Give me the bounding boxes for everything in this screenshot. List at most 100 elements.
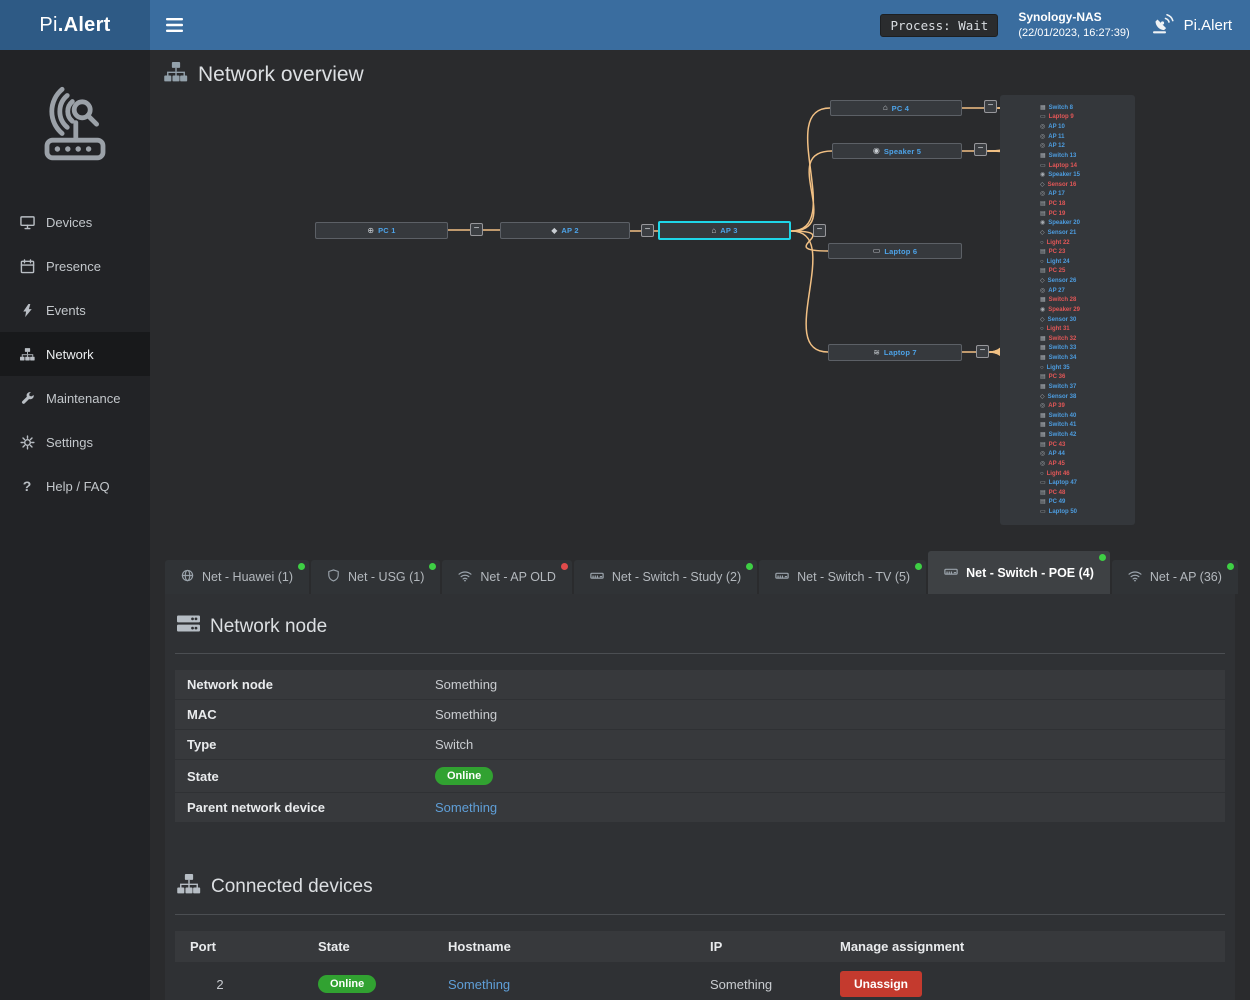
- stack-device[interactable]: ▦Switch 40: [1040, 411, 1131, 421]
- stack-device[interactable]: ▦Switch 42: [1040, 430, 1131, 440]
- ap-icon: ◎: [1040, 191, 1045, 197]
- tab-label: Net - Switch - Study (2): [612, 570, 741, 584]
- host-info: Synology-NAS (22/01/2023, 16:27:39): [1018, 9, 1129, 40]
- stack-device[interactable]: ○Light 31: [1040, 324, 1131, 334]
- hostname-link[interactable]: Something: [448, 977, 710, 992]
- row-label: MAC: [187, 707, 435, 722]
- stack-device[interactable]: ▦Switch 41: [1040, 421, 1131, 431]
- topology-node-laptop7[interactable]: ≋Laptop 7: [828, 344, 962, 361]
- stack-device[interactable]: ▦Switch 34: [1040, 353, 1131, 363]
- stack-device[interactable]: ▦Switch 13: [1040, 151, 1131, 161]
- tab-net-huawei[interactable]: Net - Huawei (1): [165, 560, 309, 594]
- tab-net-ap[interactable]: Net - AP (36): [1112, 560, 1238, 594]
- topology-node-ap3[interactable]: ⌂AP 3: [658, 221, 791, 240]
- device-label: Sensor 21: [1048, 230, 1077, 236]
- topology-node-speaker5[interactable]: ◉Speaker 5: [832, 143, 962, 159]
- tab-net-ap-old[interactable]: Net - AP OLD: [442, 560, 572, 594]
- device-label: PC 25: [1049, 268, 1066, 274]
- sidebar-item-events[interactable]: Events: [0, 288, 150, 332]
- switch-icon: [590, 570, 604, 584]
- collapse-button[interactable]: −: [641, 224, 654, 237]
- stack-device[interactable]: ◎AP 12: [1040, 142, 1131, 152]
- collapse-button[interactable]: −: [470, 223, 483, 236]
- stack-device[interactable]: ○Light 22: [1040, 238, 1131, 248]
- stack-device[interactable]: ○Light 35: [1040, 363, 1131, 373]
- sidebar-item-devices[interactable]: Devices: [0, 200, 150, 244]
- stack-device[interactable]: ◇Sensor 30: [1040, 315, 1131, 325]
- stack-device[interactable]: ◎AP 17: [1040, 190, 1131, 200]
- calendar-icon: [19, 259, 35, 274]
- topology-node-pc4[interactable]: ⌂PC 4: [830, 100, 962, 116]
- stack-device[interactable]: ◉Speaker 15: [1040, 170, 1131, 180]
- topology-node-ap2[interactable]: ◆AP 2: [500, 222, 630, 239]
- stack-device[interactable]: ▦Switch 8: [1040, 103, 1131, 113]
- stack-device[interactable]: ▦Switch 32: [1040, 334, 1131, 344]
- sidebar-item-settings[interactable]: Settings: [0, 420, 150, 464]
- stack-device[interactable]: ▤PC 25: [1040, 267, 1131, 277]
- column-header-port: Port: [190, 939, 318, 954]
- stack-device[interactable]: ▤PC 48: [1040, 488, 1131, 498]
- stack-device[interactable]: ◎AP 39: [1040, 401, 1131, 411]
- tab-net-switch-tv[interactable]: Net - Switch - TV (5): [759, 560, 926, 594]
- switch-icon: ▦: [1040, 297, 1046, 303]
- host-timestamp: (22/01/2023, 16:27:39): [1018, 26, 1129, 41]
- switch-icon: ▦: [1040, 355, 1046, 361]
- device-label: Switch 41: [1049, 422, 1077, 428]
- topology-node-pc1[interactable]: ⊕PC 1: [315, 222, 448, 239]
- pc-icon: ▤: [1040, 201, 1046, 207]
- ap-icon: ◎: [1040, 143, 1045, 149]
- collapse-button[interactable]: −: [974, 143, 987, 156]
- pc-icon: ▤: [1040, 442, 1046, 448]
- sidebar-item-network[interactable]: Network: [0, 332, 150, 376]
- stack-device[interactable]: ▭Laptop 47: [1040, 478, 1131, 488]
- stack-device[interactable]: ◎AP 11: [1040, 132, 1131, 142]
- stack-device[interactable]: ◉Speaker 29: [1040, 305, 1131, 315]
- stack-device[interactable]: ◇Sensor 16: [1040, 180, 1131, 190]
- stack-device[interactable]: ○Light 46: [1040, 469, 1131, 479]
- stack-device[interactable]: ◎AP 45: [1040, 459, 1131, 469]
- speaker-icon: ◉: [1040, 172, 1045, 178]
- stack-device[interactable]: ▤PC 18: [1040, 199, 1131, 209]
- collapse-button[interactable]: −: [813, 224, 826, 237]
- speaker-icon: ◉: [873, 147, 880, 155]
- topology-node-laptop6[interactable]: ▭Laptop 6: [828, 243, 962, 259]
- hamburger-menu-icon[interactable]: [166, 18, 183, 32]
- stack-device[interactable]: ◎AP 27: [1040, 286, 1131, 296]
- tab-net-usg[interactable]: Net - USG (1): [311, 560, 440, 594]
- stack-device[interactable]: ▦Switch 37: [1040, 382, 1131, 392]
- status-dot: [1099, 554, 1106, 561]
- tab-net-switch-poe[interactable]: Net - Switch - POE (4): [928, 551, 1110, 594]
- stack-device[interactable]: ▤PC 19: [1040, 209, 1131, 219]
- stack-device[interactable]: ▭Laptop 50: [1040, 507, 1131, 517]
- switch-icon: [944, 566, 958, 580]
- device-label: AP 12: [1048, 143, 1065, 149]
- tab-net-switch-study[interactable]: Net - Switch - Study (2): [574, 560, 757, 594]
- stack-device[interactable]: ▤PC 23: [1040, 247, 1131, 257]
- parent-device-link[interactable]: Something: [435, 800, 497, 815]
- stack-device[interactable]: ◇Sensor 21: [1040, 228, 1131, 238]
- stack-device[interactable]: ▦Switch 33: [1040, 344, 1131, 354]
- stack-device[interactable]: ◉Speaker 20: [1040, 219, 1131, 229]
- stack-device[interactable]: ▭Laptop 9: [1040, 113, 1131, 123]
- top-bar-main: Process: Wait Synology-NAS (22/01/2023, …: [150, 0, 1250, 50]
- node-label: Laptop 6: [884, 247, 917, 256]
- stack-device[interactable]: ◎AP 10: [1040, 122, 1131, 132]
- collapse-button[interactable]: −: [976, 345, 989, 358]
- device-label: PC 18: [1049, 201, 1066, 207]
- sidebar-item-presence[interactable]: Presence: [0, 244, 150, 288]
- stack-device[interactable]: ▭Laptop 14: [1040, 161, 1131, 171]
- stack-device[interactable]: ◇Sensor 38: [1040, 392, 1131, 402]
- stack-device[interactable]: ▦Switch 28: [1040, 296, 1131, 306]
- stack-device[interactable]: ▤PC 36: [1040, 373, 1131, 383]
- stack-device[interactable]: ▤PC 43: [1040, 440, 1131, 450]
- collapse-button[interactable]: −: [984, 100, 997, 113]
- unassign-button[interactable]: Unassign: [840, 971, 922, 997]
- sidebar-item-maintenance[interactable]: Maintenance: [0, 376, 150, 420]
- shield-icon: [327, 569, 340, 585]
- stack-device[interactable]: ▤PC 49: [1040, 498, 1131, 508]
- stack-device[interactable]: ◎AP 44: [1040, 450, 1131, 460]
- device-label: Switch 37: [1049, 384, 1077, 390]
- stack-device[interactable]: ○Light 24: [1040, 257, 1131, 267]
- stack-device[interactable]: ◇Sensor 26: [1040, 276, 1131, 286]
- sidebar-item-help[interactable]: ? Help / FAQ: [0, 464, 150, 508]
